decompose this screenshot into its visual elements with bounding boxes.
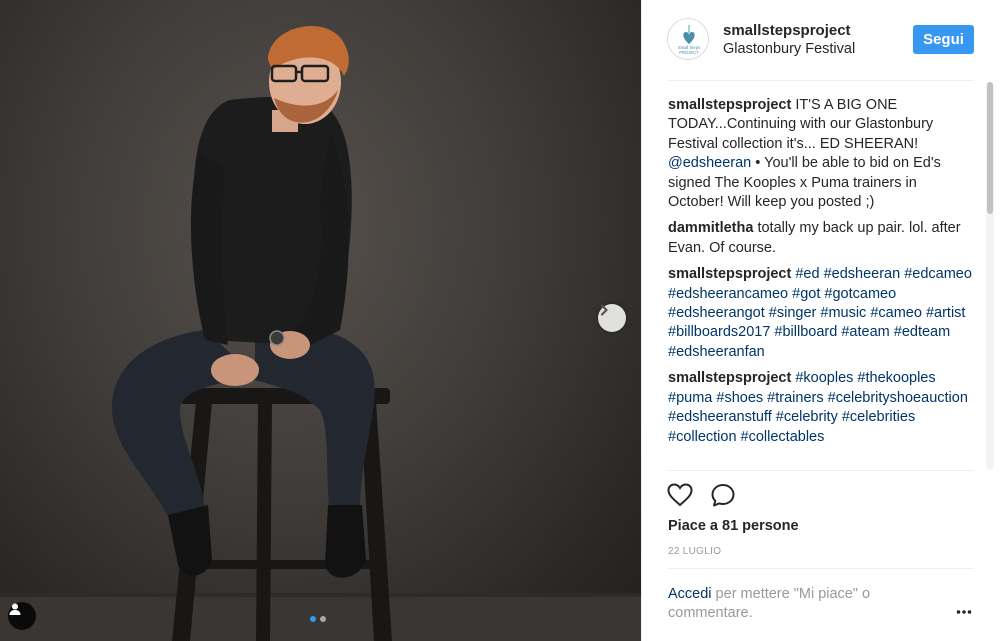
hashtag-link[interactable]: #billboard	[774, 324, 837, 340]
hashtag-link[interactable]: #gotcameo	[824, 286, 896, 302]
user-tag-button[interactable]	[8, 602, 36, 630]
carousel-dot-1	[310, 616, 316, 622]
hashtag-link[interactable]: #got	[792, 286, 820, 302]
heart-icon	[667, 483, 693, 507]
comments-scrollbar[interactable]	[986, 82, 994, 470]
hashtag-link[interactable]: #cameo	[870, 305, 922, 321]
comment-username[interactable]: dammitletha	[668, 220, 753, 236]
hashtag-link[interactable]: #puma	[668, 390, 712, 406]
hashtag-link[interactable]: #celebrityshoeauction	[828, 390, 968, 406]
likes-count[interactable]: Piace a 81 persone	[668, 518, 799, 534]
post-side-panel: Small Steps PROJECT smallstepsproject Gl…	[641, 0, 1000, 641]
hashtag-link[interactable]: #collectables	[741, 429, 825, 445]
hashtag-link[interactable]: #edsheeran	[824, 266, 901, 282]
comment-bubble-icon	[711, 484, 735, 507]
comment-item: dammitletha totally my back up pair. lol…	[668, 219, 976, 258]
next-photo-button[interactable]	[598, 304, 626, 332]
hashtag-link[interactable]: #billboards2017	[668, 324, 770, 340]
hashtag-link[interactable]: #ateam	[841, 324, 889, 340]
comment-button[interactable]	[710, 483, 736, 512]
owner-username[interactable]: smallstepsproject	[723, 22, 851, 39]
user-tag-icon	[9, 603, 21, 615]
mention-link[interactable]: @edsheeran	[668, 155, 751, 171]
chevron-right-icon	[600, 304, 608, 316]
actions-divider	[668, 470, 974, 471]
hashtag-link[interactable]: #edsheeranstuff	[668, 409, 772, 425]
comment-item: smallstepsproject #ed #edsheeran #edcame…	[668, 265, 976, 362]
like-button[interactable]	[667, 483, 693, 512]
post-date[interactable]: 22 LUGLIO	[668, 546, 721, 557]
hashtag-link[interactable]: #shoes	[716, 390, 763, 406]
login-prompt: Accedi per mettere "Mi piace" o commenta…	[668, 585, 918, 624]
comment-username[interactable]: smallstepsproject	[668, 97, 791, 113]
logo-line-2: PROJECT	[679, 50, 699, 55]
hashtag-link[interactable]: #edteam	[894, 324, 950, 340]
hashtag-link[interactable]: #celebrities	[842, 409, 915, 425]
header-divider	[668, 80, 974, 81]
brand-logo-icon: Small Steps PROJECT	[678, 25, 700, 55]
more-options-button[interactable]	[956, 602, 972, 620]
hashtag-link[interactable]: #ed	[795, 266, 819, 282]
hashtag-link[interactable]: #kooples	[795, 370, 853, 386]
comment-username[interactable]: smallstepsproject	[668, 370, 791, 386]
hashtag-link[interactable]: #collection	[668, 429, 737, 445]
comment-username[interactable]: smallstepsproject	[668, 266, 791, 282]
hashtag-link[interactable]: #singer	[769, 305, 817, 321]
avatar[interactable]: Small Steps PROJECT	[667, 18, 709, 60]
bottom-divider	[668, 568, 974, 569]
login-link[interactable]: Accedi	[668, 586, 712, 602]
hashtag-link[interactable]: #trainers	[767, 390, 823, 406]
hashtag-link[interactable]: #edsheerangot	[668, 305, 765, 321]
post-photo[interactable]	[0, 0, 641, 641]
comment-item: smallstepsproject #kooples #thekooples #…	[668, 369, 976, 447]
post-location[interactable]: Glastonbury Festival	[723, 41, 855, 57]
hashtag-link[interactable]: #music	[820, 305, 866, 321]
hashtag-link[interactable]: #edsheerancameo	[668, 286, 788, 302]
more-options-icon	[956, 610, 972, 614]
post-header: Small Steps PROJECT smallstepsproject Gl…	[642, 0, 1000, 80]
comment-item: smallstepsproject IT'S A BIG ONE TODAY..…	[668, 96, 976, 212]
follow-button[interactable]: Segui	[913, 25, 974, 54]
hashtag-link[interactable]: #edcameo	[904, 266, 972, 282]
hashtag-link[interactable]: #artist	[926, 305, 966, 321]
hashtag-link[interactable]: #thekooples	[857, 370, 935, 386]
photo-illustration	[0, 25, 641, 641]
hashtag-link[interactable]: #celebrity	[776, 409, 838, 425]
carousel-indicator	[310, 616, 326, 622]
comment-list[interactable]: smallstepsproject IT'S A BIG ONE TODAY..…	[668, 96, 976, 470]
scrollbar-thumb[interactable]	[987, 82, 993, 214]
carousel-dot-2	[320, 616, 326, 622]
hashtag-link[interactable]: #edsheeranfan	[668, 344, 765, 360]
